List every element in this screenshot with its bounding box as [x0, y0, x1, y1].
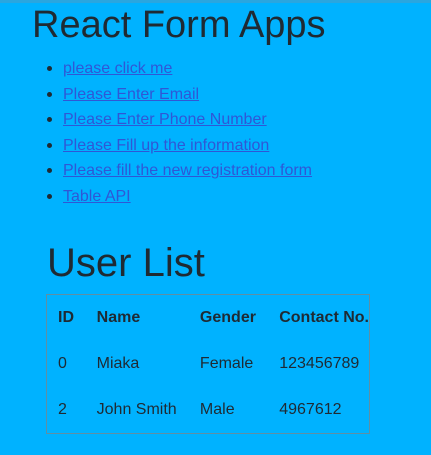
bullet-icon — [47, 142, 52, 148]
cell-gender: Male — [199, 400, 235, 418]
link-registration-form[interactable]: Please fill the new registration form — [63, 162, 312, 179]
cell-id: 0 — [58, 354, 67, 372]
user-list-title: User List — [47, 241, 205, 285]
table-row: 2 John Smith Male 4967612 — [47, 387, 370, 434]
link-enter-phone[interactable]: Please Enter Phone Number — [63, 111, 267, 128]
nav-item-click-me: please click me — [47, 56, 312, 82]
nav-link-list: please click me Please Enter Email Pleas… — [47, 56, 312, 210]
cell-gender: Female — [199, 354, 254, 372]
link-click-me[interactable]: please click me — [63, 60, 172, 77]
app-title: React Form Apps — [32, 4, 326, 46]
table-header-row: ID Name Gender Contact No. — [47, 295, 370, 342]
bullet-icon — [47, 193, 52, 199]
bullet-icon — [47, 117, 52, 123]
cell-name: Miaka — [96, 354, 140, 372]
nav-item-information: Please Fill up the information — [47, 133, 312, 159]
bullet-icon — [47, 168, 52, 174]
column-header-id: ID — [58, 309, 74, 326]
bullet-icon — [47, 66, 52, 71]
table-row: 0 Miaka Female 123456789 — [47, 341, 370, 387]
column-header-contact: Contact No. — [279, 309, 369, 326]
link-fill-information[interactable]: Please Fill up the information — [63, 137, 269, 154]
nav-item-phone: Please Enter Phone Number — [47, 107, 312, 133]
cell-id: 2 — [58, 400, 67, 418]
cell-name: John Smith — [96, 400, 177, 418]
cell-contact: 4967612 — [279, 400, 342, 418]
nav-item-registration: Please fill the new registration form — [47, 158, 312, 184]
bullet-icon — [47, 91, 52, 97]
link-enter-email[interactable]: Please Enter Email — [63, 86, 199, 103]
link-table-api[interactable]: Table API — [63, 188, 131, 205]
cell-contact: 123456789 — [279, 354, 360, 372]
user-table: ID Name Gender Contact No. 0 Miaka Femal… — [46, 294, 370, 434]
nav-item-email: Please Enter Email — [47, 82, 312, 108]
column-header-name: Name — [96, 309, 141, 326]
nav-item-table-api: Table API — [47, 184, 312, 210]
column-header-gender: Gender — [199, 309, 256, 326]
